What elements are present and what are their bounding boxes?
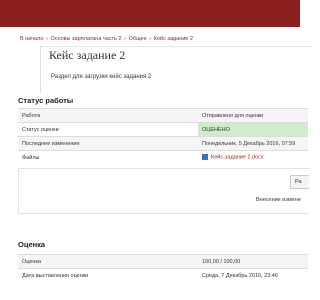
assignment-description: Раздел для загрузки кейс задания 2 [51, 74, 152, 80]
edit-submission-button[interactable]: Ра [290, 175, 309, 189]
row-value: Отправлено для оценки [198, 108, 308, 123]
status-heading: Статус работы [18, 96, 74, 105]
word-file-icon [202, 154, 208, 161]
assignment-intro: Кейс задание 2 Раздел для загрузки кейс … [40, 46, 311, 93]
submission-actions-panel: Ра Внесение измене [18, 168, 309, 214]
breadcrumb-current[interactable]: Кейс задание 2 [154, 36, 193, 42]
breadcrumb-home[interactable]: В начало [20, 36, 43, 42]
grade-table: Оценка 100,00 / 100,00 Дата выставления … [18, 254, 308, 282]
submission-status-table: Работа Отправлено для оценки Статус оцен… [18, 108, 308, 164]
breadcrumb-separator: » [45, 36, 49, 42]
row-label: Дата выставления оценки [18, 268, 198, 282]
row-label: Статус оценки [18, 122, 198, 137]
table-row: Дата выставления оценки Среда, 7 Декабрь… [18, 268, 308, 282]
table-row: Файлы Кейс-задание 2.docx [18, 150, 308, 164]
breadcrumb: В начало» Основы зарплатана часть 2» Общее… [20, 36, 193, 42]
file-link[interactable]: Кейс-задание 2.docx [211, 155, 264, 161]
top-navbar [0, 0, 300, 27]
table-row: Статус оценки ОЦЕНЕНО [18, 122, 308, 137]
file-cell: Кейс-задание 2.docx [198, 150, 308, 164]
row-label: Последнее изменение [18, 136, 198, 151]
row-label: Оценка [18, 254, 198, 269]
table-row: Последнее изменение Понедельник, 5 Декаб… [18, 136, 308, 151]
table-row: Оценка 100,00 / 100,00 [18, 254, 308, 269]
row-value: Среда, 7 Декабрь 2016, 23:46 [198, 268, 308, 282]
breadcrumb-separator: » [123, 36, 127, 42]
table-row: Работа Отправлено для оценки [18, 108, 308, 123]
row-label: Работа [18, 108, 198, 123]
grading-status-badge: ОЦЕНЕНО [198, 122, 308, 137]
breadcrumb-separator: » [148, 36, 152, 42]
page-title: Кейс задание 2 [49, 48, 126, 62]
row-value: 100,00 / 100,00 [198, 254, 308, 269]
breadcrumb-section[interactable]: Общее [129, 36, 147, 42]
breadcrumb-course[interactable]: Основы зарплатана часть 2 [51, 36, 122, 42]
row-value: Понедельник, 5 Декабрь 2016, 07:59 [198, 136, 308, 151]
row-label: Файлы [18, 150, 198, 164]
edit-note: Внесение измене [256, 197, 301, 203]
grade-heading: Оценка [18, 240, 46, 249]
